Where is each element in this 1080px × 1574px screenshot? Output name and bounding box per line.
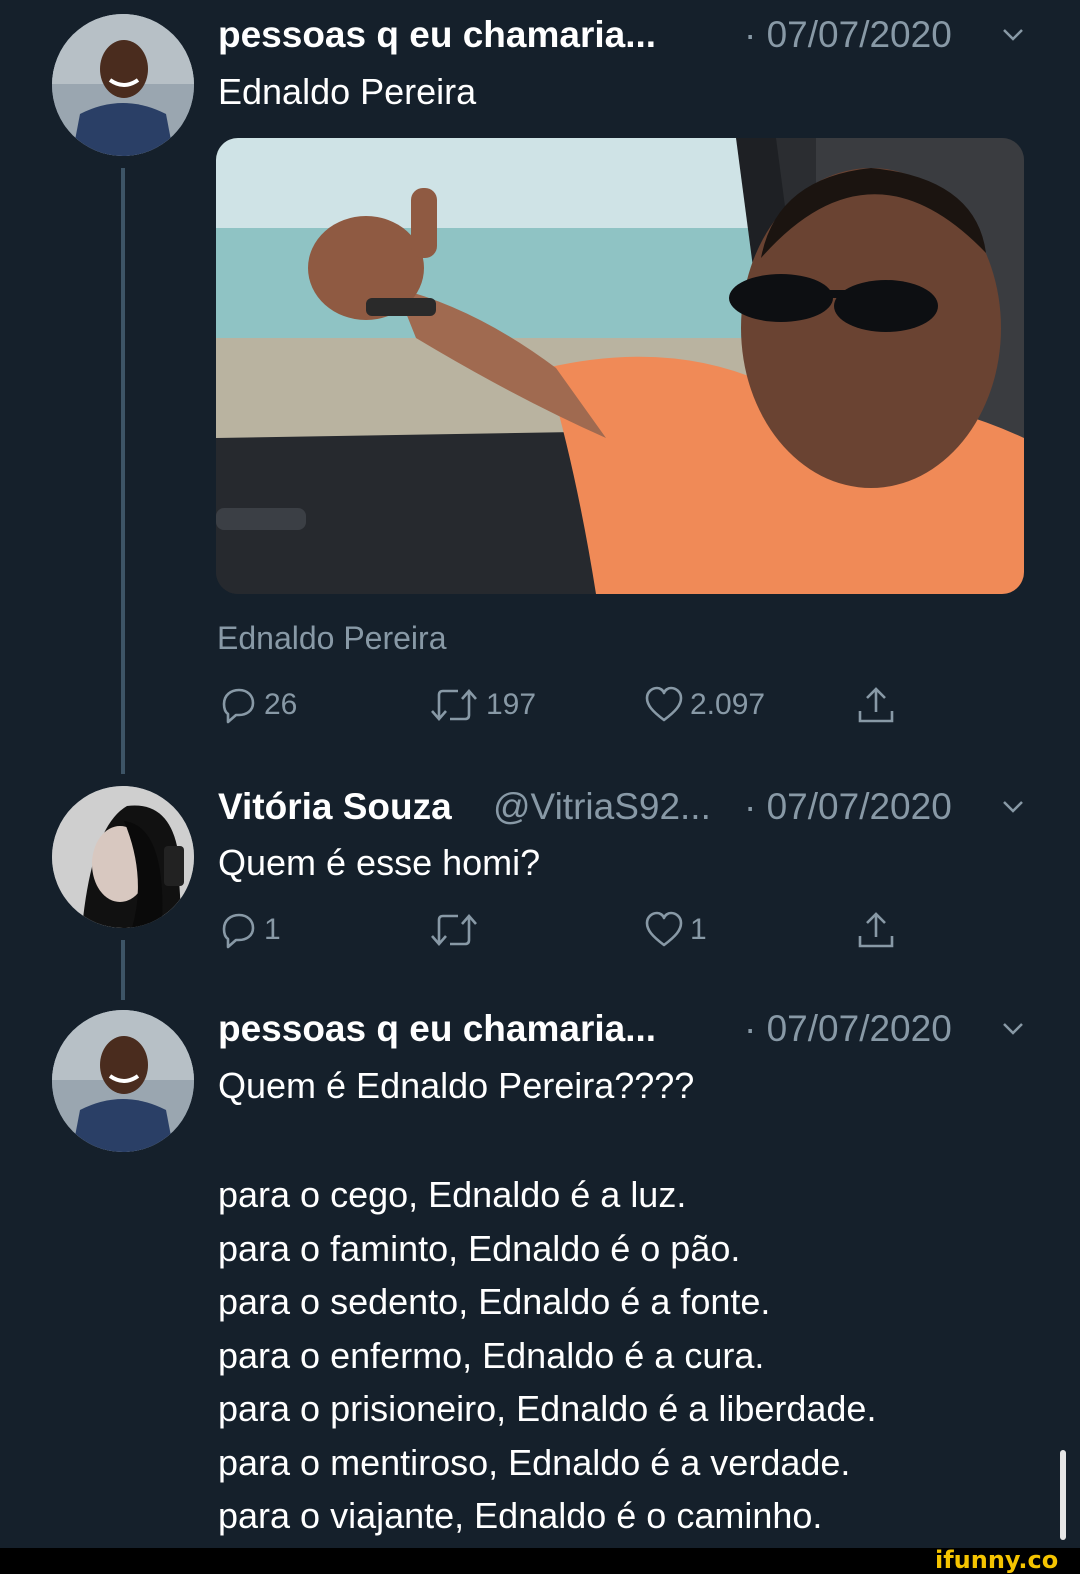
like-count: 2.097 [690, 688, 766, 721]
avatar-photo [52, 14, 194, 156]
tweet-actions: 1 1 [218, 910, 898, 954]
poem-line: para o prisioneiro, Ednaldo é a liberdad… [218, 1388, 877, 1429]
poem: para o cego, Ednaldo é a luz. para o fam… [218, 1168, 876, 1543]
like-button[interactable]: 1 [644, 910, 707, 950]
like-button[interactable]: 2.097 [644, 685, 765, 725]
avatar[interactable] [52, 1010, 194, 1152]
author-name[interactable]: pessoas q eu chamaria... [218, 1008, 656, 1050]
share-icon [858, 912, 894, 948]
avatar-photo [52, 786, 194, 928]
share-icon [858, 687, 894, 723]
tweet-date[interactable]: · 07/07/2020 [744, 786, 952, 828]
retweet-button[interactable]: 197 [428, 685, 536, 725]
reply-button[interactable]: 26 [218, 685, 297, 725]
reply-icon [222, 913, 255, 949]
tweet-actions: 26 197 2.097 [218, 685, 898, 729]
tweet-date[interactable]: · 07/07/2020 [744, 1008, 952, 1050]
like-count: 1 [690, 913, 707, 946]
author-name[interactable]: Vitória Souza [218, 786, 452, 828]
poem-line: para o sedento, Ednaldo é a fonte. [218, 1281, 771, 1322]
chevron-down-icon[interactable] [1002, 800, 1024, 814]
tweet-image[interactable] [216, 138, 1024, 594]
photo [216, 138, 1024, 594]
author-name[interactable]: pessoas q eu chamaria... [218, 14, 656, 56]
scrollbar[interactable] [1060, 1450, 1066, 1540]
retweet-icon [431, 914, 477, 946]
avatar-photo [52, 1010, 194, 1152]
retweet-icon [431, 689, 477, 721]
reply-count: 26 [264, 688, 298, 721]
watermark-bar [0, 1548, 1080, 1574]
reply-count: 1 [264, 913, 281, 946]
avatar[interactable] [52, 786, 194, 928]
thread-line [121, 940, 125, 1000]
avatar[interactable] [52, 14, 194, 156]
watermark: ifunny.co [935, 1546, 1059, 1574]
retweet-count: 197 [486, 688, 537, 721]
reply-icon [222, 688, 255, 724]
share-button[interactable] [856, 685, 896, 725]
tweet-text: Quem é Ednaldo Pereira???? [218, 1065, 695, 1106]
poem-line: para o viajante, Ednaldo é o caminho. [218, 1495, 823, 1536]
chevron-down-icon[interactable] [1002, 1022, 1024, 1036]
image-caption: Ednaldo Pereira [217, 620, 447, 656]
poem-line: para o faminto, Ednaldo é o pão. [218, 1227, 741, 1269]
chevron-down-icon[interactable] [1002, 28, 1024, 42]
poem-line: para o mentiroso, Ednaldo é a verdade. [218, 1441, 851, 1483]
tweet-date[interactable]: · 07/07/2020 [744, 14, 952, 56]
share-button[interactable] [856, 910, 896, 950]
like-icon [645, 686, 683, 722]
thread-line [121, 168, 125, 774]
reply-button[interactable]: 1 [218, 910, 281, 950]
poem-line: para o enfermo, Ednaldo é a cura. [218, 1334, 765, 1376]
tweet-text: Quem é esse homi? [218, 842, 541, 883]
like-icon [645, 911, 683, 947]
poem-line: para o cego, Ednaldo é a luz. [218, 1174, 687, 1215]
tweet-text: Ednaldo Pereira [218, 71, 477, 112]
retweet-button[interactable] [428, 910, 486, 950]
author-handle[interactable]: @VitriaS92... [493, 786, 711, 828]
